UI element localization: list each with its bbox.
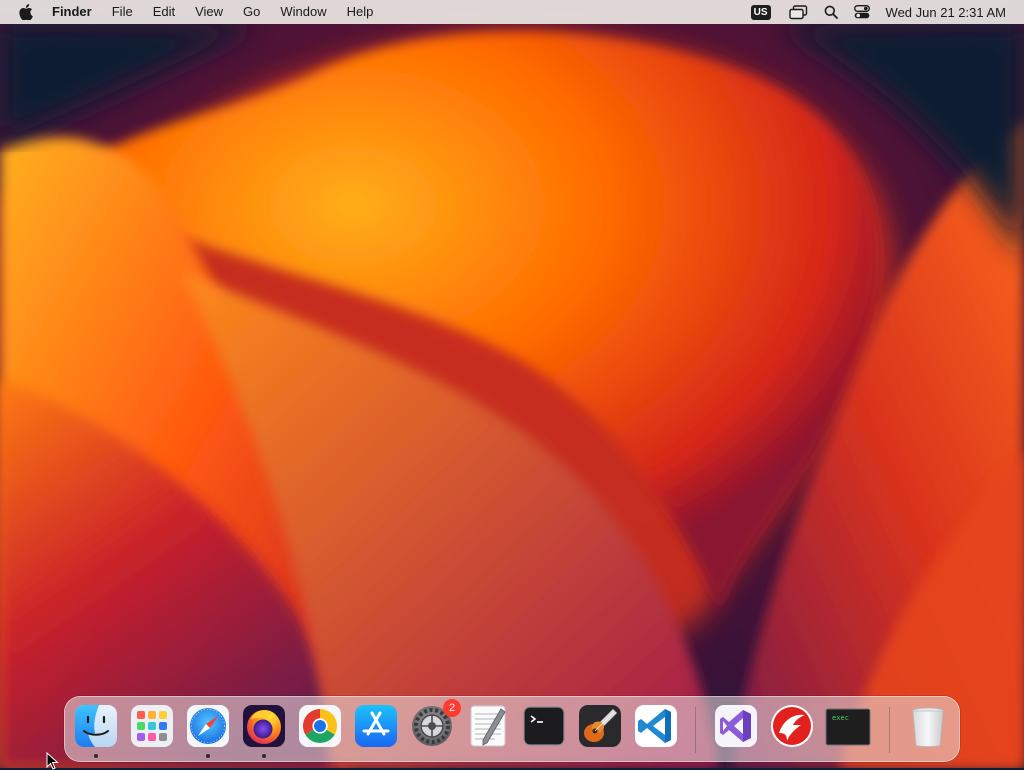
dock-launchpad[interactable]	[129, 703, 175, 749]
trash-icon	[912, 707, 944, 747]
menu-view[interactable]: View	[185, 0, 233, 24]
menu-bar-right: US Wed Jun 21 2:31 AM	[739, 0, 1024, 24]
textedit-icon	[470, 705, 506, 747]
dock-separator	[695, 707, 696, 753]
apple-logo-icon[interactable]	[16, 2, 36, 22]
dock-textedit[interactable]	[465, 703, 511, 749]
exec-terminal-icon: exec	[825, 708, 871, 746]
desktop-wallpaper	[0, 0, 1024, 768]
mouse-cursor-icon	[46, 752, 59, 770]
spotlight-search-icon[interactable]	[824, 0, 838, 24]
menu-window[interactable]: Window	[270, 0, 336, 24]
dock-terminal[interactable]	[521, 703, 567, 749]
notification-badge: 2	[443, 699, 461, 717]
control-center-icon[interactable]	[853, 0, 870, 24]
dock-chrome[interactable]	[297, 703, 343, 749]
visual-studio-icon	[715, 705, 757, 747]
menu-bar-left: Finder File Edit View Go Window Help	[0, 0, 383, 24]
dock-system-settings[interactable]: 2	[409, 699, 461, 749]
dock-app-store[interactable]	[353, 703, 399, 749]
screen-mirroring-icon[interactable]	[788, 0, 808, 24]
safari-icon	[187, 705, 229, 747]
dock-exec[interactable]: exec	[825, 703, 871, 749]
keyboard-layout-label: US	[750, 4, 771, 20]
dock-safari[interactable]	[185, 703, 231, 749]
firefox-icon	[243, 705, 285, 747]
dock-garageband[interactable]	[577, 703, 623, 749]
dock-separator	[889, 707, 890, 753]
dock: 2 exec	[64, 696, 960, 762]
menu-help[interactable]: Help	[337, 0, 384, 24]
garageband-icon	[579, 705, 621, 747]
running-indicator	[206, 754, 210, 758]
dock-red-launcher[interactable]	[769, 703, 815, 749]
terminal-icon	[523, 706, 565, 746]
menu-file[interactable]: File	[102, 0, 143, 24]
running-indicator	[262, 754, 266, 758]
exec-label: exec	[832, 714, 849, 722]
chrome-icon	[299, 705, 341, 747]
vscode-icon	[635, 705, 677, 747]
input-source-icon[interactable]: US	[750, 0, 771, 24]
dock-visual-studio[interactable]	[713, 703, 759, 749]
dock-finder[interactable]	[73, 703, 119, 749]
menu-app-finder[interactable]: Finder	[48, 0, 102, 24]
dock-vscode[interactable]	[633, 703, 679, 749]
red-launcher-icon	[771, 705, 813, 747]
dock-firefox[interactable]	[241, 703, 287, 749]
launchpad-icon	[131, 705, 173, 747]
finder-icon	[75, 705, 117, 747]
app-store-icon	[355, 705, 397, 747]
running-indicator	[94, 754, 98, 758]
menu-bar-clock[interactable]: Wed Jun 21 2:31 AM	[886, 5, 1006, 20]
dock-trash[interactable]	[905, 703, 951, 749]
menu-go[interactable]: Go	[233, 0, 270, 24]
menu-bar: Finder File Edit View Go Window Help US	[0, 0, 1024, 24]
menu-edit[interactable]: Edit	[143, 0, 185, 24]
